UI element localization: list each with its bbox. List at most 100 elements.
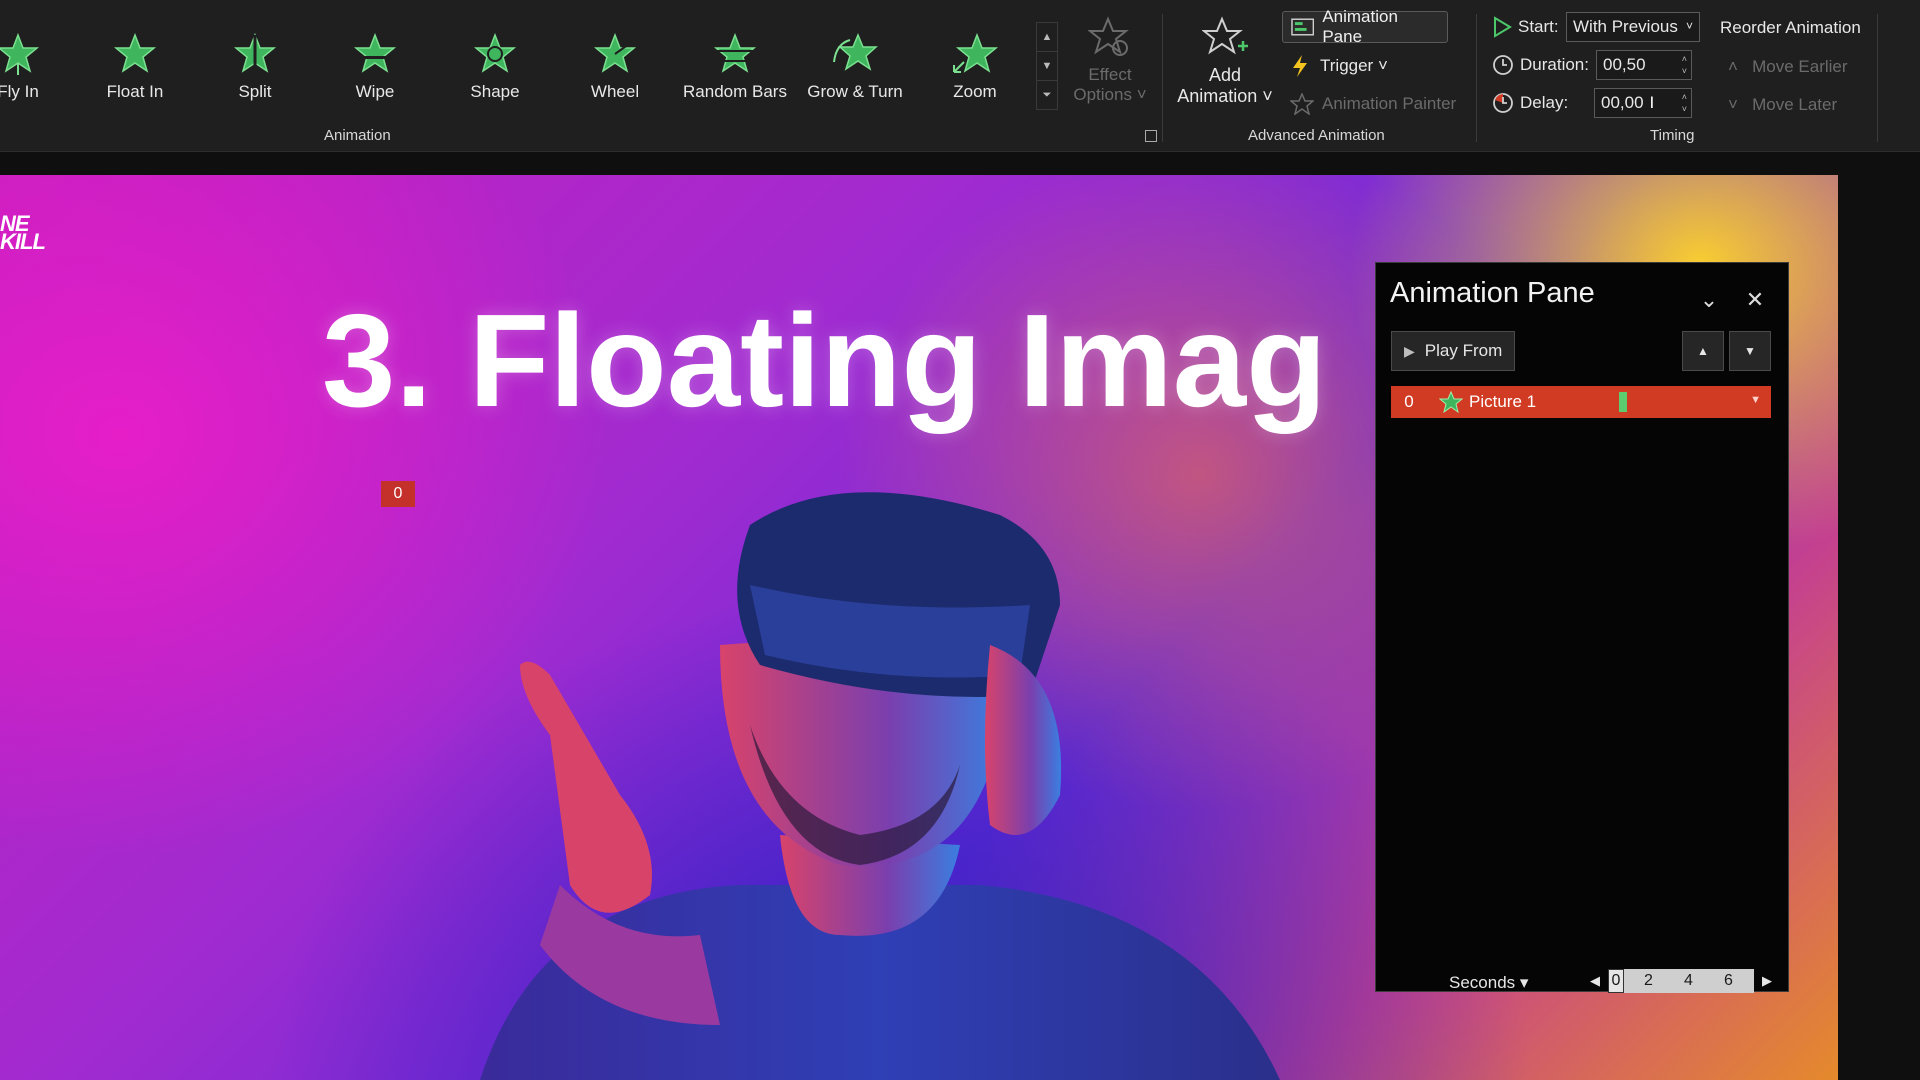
trigger-button[interactable]: Trigger ˅ bbox=[1282, 50, 1396, 82]
item-name: Picture 1 bbox=[1469, 392, 1537, 411]
duration-input[interactable]: 00,50 ˄ ˅ bbox=[1596, 50, 1692, 80]
float-in-icon bbox=[113, 32, 157, 73]
seconds-label: Seconds bbox=[1449, 973, 1516, 992]
timing-bar[interactable] bbox=[1619, 392, 1627, 412]
tick-label: 2 bbox=[1644, 972, 1653, 989]
delay-row: Delay: bbox=[1492, 92, 1568, 114]
delay-spinner[interactable]: ˄ ˅ bbox=[1682, 91, 1687, 115]
delay-input[interactable]: 00,00 I ˄ ˅ bbox=[1594, 88, 1692, 118]
animation-painter-button[interactable]: Animation Painter bbox=[1282, 88, 1464, 120]
start-select[interactable]: With Previous ˅ bbox=[1566, 12, 1700, 42]
anim-label: Split bbox=[238, 82, 272, 101]
anim-zoom-button[interactable]: Zoom bbox=[919, 22, 1031, 110]
move-up-button[interactable]: ▲ bbox=[1682, 331, 1724, 371]
timeline-scale: ◀ 0 2 4 6 ▶ bbox=[1590, 969, 1772, 993]
add-animation-line2: Animation ˅ bbox=[1177, 86, 1273, 106]
split-icon bbox=[233, 32, 277, 73]
play-icon: ▶ bbox=[1404, 342, 1415, 359]
scroll-left-icon[interactable]: ◀ bbox=[1590, 973, 1600, 989]
anim-wheel-button[interactable]: Wheel bbox=[559, 22, 671, 110]
animation-list-item[interactable]: 0 Picture 1 ▼ bbox=[1391, 386, 1771, 418]
anim-split-button[interactable]: Split bbox=[199, 22, 311, 110]
delay-value: 00,00 bbox=[1601, 93, 1644, 112]
group-label-timing: Timing bbox=[1650, 127, 1695, 144]
anim-label: Random Bars bbox=[683, 82, 787, 101]
animation-painter-label: Animation Painter bbox=[1322, 94, 1457, 113]
move-later-button[interactable]: ˅ Move Later bbox=[1728, 95, 1837, 115]
entrance-effect-icon bbox=[1439, 391, 1463, 413]
anim-label: Grow & Turn bbox=[807, 82, 903, 101]
logo-line2: KILL bbox=[0, 229, 46, 254]
duration-row: Duration: bbox=[1492, 54, 1589, 76]
ribbon: Fly In Float In Split Wipe Shape Wheel R… bbox=[0, 0, 1920, 152]
vr-person-image[interactable] bbox=[420, 465, 1340, 1080]
add-animation-button[interactable]: Add Animation ˅ bbox=[1170, 16, 1280, 116]
chevron-down-icon: ˅ bbox=[1728, 95, 1738, 114]
slide-title[interactable]: 3. Floating Imag bbox=[322, 285, 1327, 436]
duration-label: Duration: bbox=[1520, 55, 1589, 74]
chevron-down-icon[interactable]: ▼ bbox=[1750, 394, 1761, 406]
anim-fly-in-button[interactable]: Fly In bbox=[0, 22, 74, 110]
fly-in-icon bbox=[0, 32, 40, 75]
animation-pane-button[interactable]: Animation Pane bbox=[1282, 7, 1448, 46]
zoom-icon bbox=[953, 32, 999, 73]
effect-options-icon bbox=[1087, 16, 1129, 56]
random-bars-icon bbox=[713, 32, 757, 73]
anim-grow-turn-button[interactable]: Grow & Turn bbox=[799, 22, 911, 110]
add-animation-line1: Add bbox=[1208, 65, 1242, 85]
gallery-more-icon[interactable]: ⏷ bbox=[1037, 81, 1057, 109]
animation-marker-badge[interactable]: 0 bbox=[381, 481, 415, 507]
scroll-right-icon[interactable]: ▶ bbox=[1762, 973, 1772, 989]
play-from-button[interactable]: ▶ Play From bbox=[1391, 331, 1515, 371]
trigger-label: Trigger bbox=[1320, 56, 1374, 75]
lightning-icon bbox=[1293, 55, 1307, 77]
close-icon[interactable]: ✕ bbox=[1742, 287, 1768, 313]
move-down-button[interactable]: ▼ bbox=[1729, 331, 1771, 371]
pane-options-chevron-icon[interactable]: ⌄ bbox=[1696, 287, 1722, 313]
delay-label: Delay: bbox=[1520, 93, 1569, 112]
timeline-ruler[interactable]: 0 2 4 6 bbox=[1608, 969, 1754, 993]
dialog-launcher-icon[interactable] bbox=[1145, 130, 1157, 142]
group-label-animation: Animation bbox=[324, 127, 391, 144]
effect-options-line1: Effect bbox=[1088, 65, 1132, 84]
tick-label: 6 bbox=[1724, 972, 1733, 989]
anim-random-bars-button[interactable]: Random Bars bbox=[679, 22, 791, 110]
anim-float-in-button[interactable]: Float In bbox=[79, 22, 191, 110]
play-icon bbox=[1494, 16, 1512, 38]
animation-painter-icon bbox=[1290, 93, 1314, 115]
move-earlier-label: Move Earlier bbox=[1752, 57, 1848, 76]
wipe-icon bbox=[353, 32, 397, 73]
anim-label: Wheel bbox=[590, 82, 640, 101]
separator bbox=[1162, 14, 1163, 142]
animation-pane: Animation Pane ⌄ ✕ ▶ Play From ▲ ▼ 0 Pic… bbox=[1375, 262, 1789, 993]
duration-spinner[interactable]: ˄ ˅ bbox=[1682, 53, 1687, 77]
reorder-title: Reorder Animation bbox=[1720, 18, 1861, 37]
clock-icon bbox=[1493, 55, 1513, 75]
seconds-dropdown[interactable]: Seconds ▾ bbox=[1449, 973, 1528, 992]
arrow-up-icon: ▲ bbox=[1697, 344, 1709, 358]
anim-label: Shape bbox=[470, 82, 520, 101]
anim-shape-button[interactable]: Shape bbox=[439, 22, 551, 110]
wheel-icon bbox=[593, 32, 637, 73]
anim-label: Wipe bbox=[355, 82, 395, 101]
timeline-footer: Seconds ▾ bbox=[1449, 973, 1528, 993]
item-number: 0 bbox=[1404, 392, 1414, 411]
effect-options-line2: Options ˅ bbox=[1073, 85, 1147, 104]
animation-pane-label: Animation Pane bbox=[1322, 7, 1398, 46]
anim-wipe-button[interactable]: Wipe bbox=[319, 22, 431, 110]
start-row: Start: bbox=[1492, 16, 1559, 38]
gallery-up-icon[interactable]: ▲ bbox=[1037, 23, 1057, 52]
anim-label: Float In bbox=[106, 82, 164, 101]
move-later-label: Move Later bbox=[1752, 95, 1838, 114]
effect-options-button[interactable]: Effect Options ˅ bbox=[1066, 16, 1154, 116]
animation-pane-icon bbox=[1291, 18, 1315, 36]
tick-label: 0 bbox=[1608, 969, 1624, 993]
duration-value: 00,50 bbox=[1603, 55, 1646, 74]
gallery-down-icon[interactable]: ▼ bbox=[1037, 52, 1057, 81]
move-earlier-button[interactable]: ˄ Move Earlier bbox=[1728, 57, 1848, 77]
chevron-down-icon: ˅ bbox=[1685, 19, 1693, 33]
tick-label: 4 bbox=[1684, 972, 1693, 989]
start-label: Start: bbox=[1518, 17, 1559, 36]
logo: NE KILL bbox=[0, 213, 46, 254]
shape-icon bbox=[473, 32, 517, 73]
